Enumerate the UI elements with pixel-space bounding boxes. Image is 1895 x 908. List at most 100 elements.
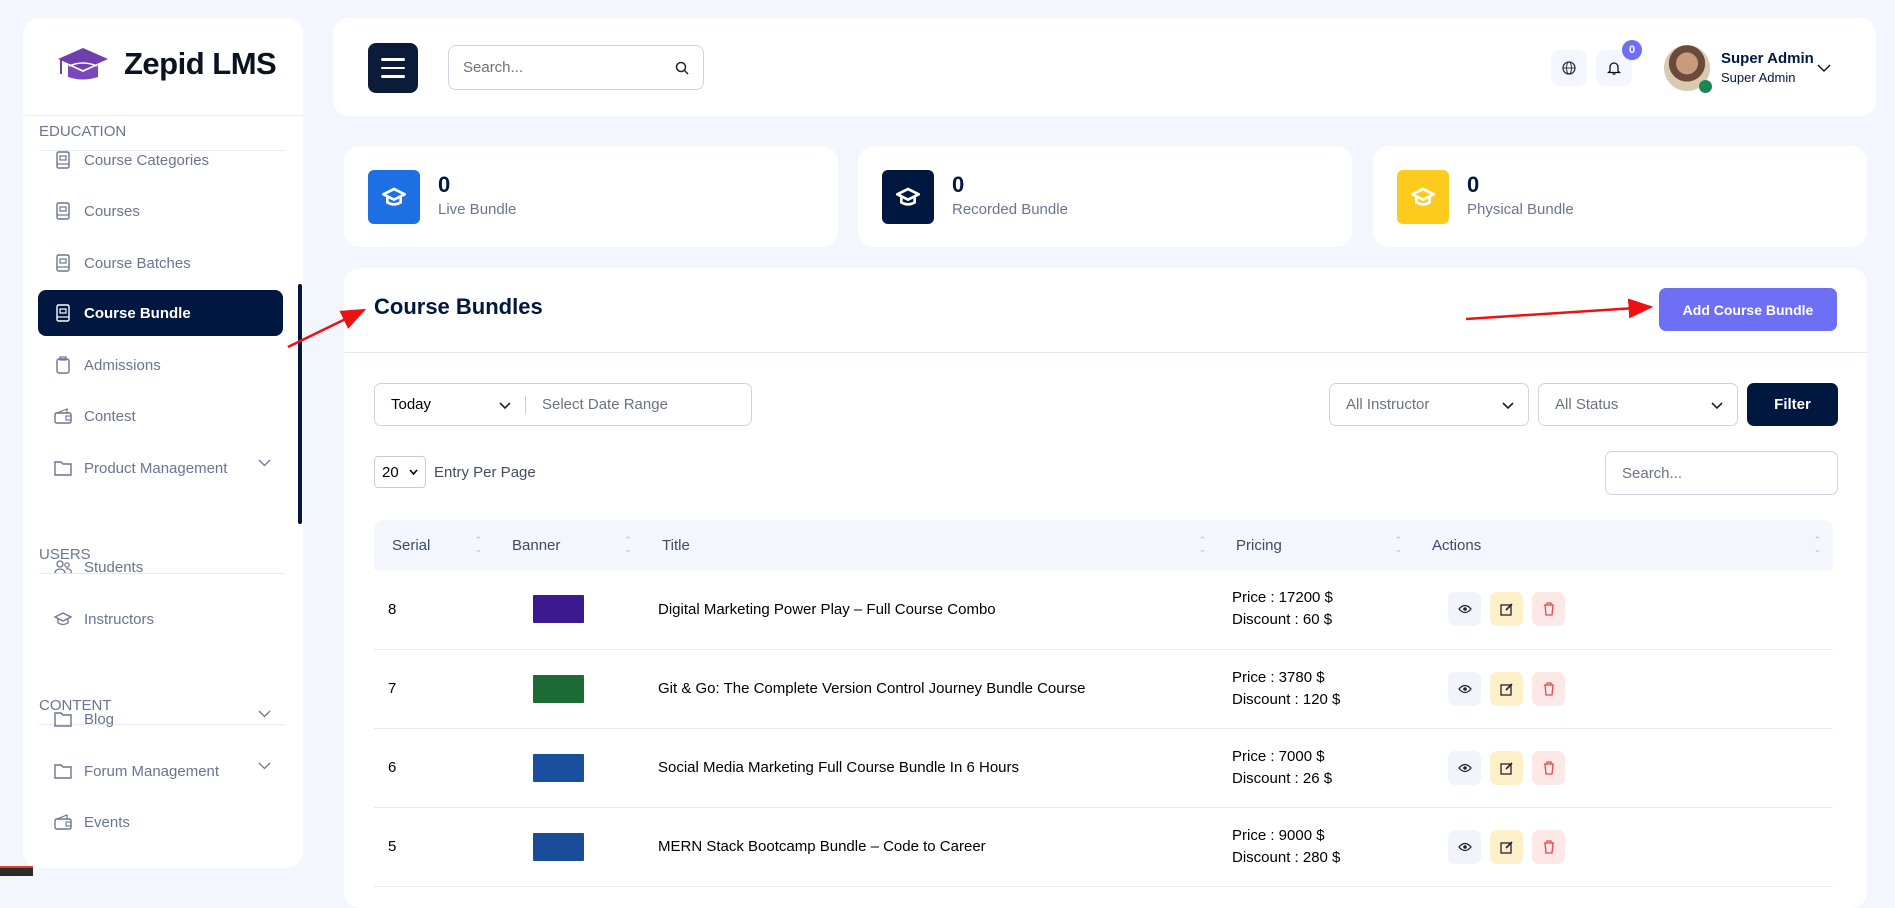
sidebar-item-label: Students <box>84 558 144 576</box>
serial-cell: 5 <box>374 807 494 887</box>
sidebar-item-contest[interactable]: Contest <box>38 393 283 439</box>
per-page-value: 20 <box>382 463 399 481</box>
column-header-serial[interactable]: Serial ⌃ ⌄ <box>374 520 494 570</box>
stat-card-live-bundle: 0 Live Bundle <box>344 146 838 247</box>
logo[interactable]: Zepid LMS <box>56 46 277 82</box>
sidebar-item-students[interactable]: Students <box>38 544 283 590</box>
date-preset-select[interactable]: Today <box>375 384 525 425</box>
sidebar-item-label: Blog <box>84 710 115 728</box>
edit-button[interactable] <box>1490 592 1523 627</box>
graduation-cap-icon <box>1411 187 1435 206</box>
graduation-cap-logo-icon <box>58 48 108 80</box>
pricing-cell: Price : 3780 $ Discount : 120 $ <box>1218 649 1414 729</box>
edit-icon <box>1499 840 1513 854</box>
sort-icon[interactable]: ⌃ ⌄ <box>1394 536 1402 554</box>
table-row: 5 MERN Stack Bootcamp Bundle – Code to Ca… <box>374 807 1833 887</box>
pricing-cell: Price : 7000 $ Discount : 26 $ <box>1218 728 1414 808</box>
delete-button[interactable] <box>1532 750 1565 785</box>
user-avatar[interactable] <box>1664 45 1712 93</box>
sidebar-item-instructors[interactable]: Instructors <box>38 596 283 642</box>
discount: Discount : 120 $ <box>1232 690 1341 708</box>
wallet-icon <box>54 814 72 830</box>
language-button[interactable] <box>1551 50 1587 86</box>
edit-button[interactable] <box>1490 750 1523 785</box>
add-course-bundle-button[interactable]: Add Course Bundle <box>1659 288 1837 331</box>
stat-icon-box <box>882 170 934 224</box>
sidebar-item-label: Course Batches <box>84 254 191 272</box>
bell-icon <box>1607 62 1621 75</box>
delete-button[interactable] <box>1532 592 1565 627</box>
delete-button[interactable] <box>1532 829 1565 864</box>
chevron-down-icon <box>409 469 418 475</box>
view-button[interactable] <box>1448 829 1481 864</box>
view-button[interactable] <box>1448 750 1481 785</box>
notifications-button[interactable]: 0 <box>1596 40 1642 86</box>
search-icon <box>675 61 689 75</box>
eye-icon <box>1457 763 1472 772</box>
stat-value: 0 <box>952 172 965 197</box>
course-bundles-panel: Course Bundles Add Course Bundle Today S… <box>344 268 1867 908</box>
filter-button[interactable]: Filter <box>1747 383 1838 426</box>
column-header-pricing[interactable]: Pricing ⌃ ⌄ <box>1218 520 1414 570</box>
wallet-icon <box>54 408 72 424</box>
view-button[interactable] <box>1448 671 1481 706</box>
delete-button[interactable] <box>1532 671 1565 706</box>
sidebar-item-events[interactable]: Events <box>38 799 283 845</box>
chevron-down-icon <box>1502 402 1514 410</box>
status-select[interactable]: All Status <box>1538 383 1738 426</box>
price: Price : 9000 $ <box>1232 826 1325 844</box>
view-button[interactable] <box>1448 592 1481 627</box>
column-header-banner[interactable]: Banner ⌃ ⌄ <box>494 520 644 570</box>
menu-toggle-button[interactable] <box>368 43 418 93</box>
user-name[interactable]: Super Admin <box>1721 50 1814 67</box>
table-row: 8 Digital Marketing Power Play – Full Cou… <box>374 570 1833 650</box>
sidebar-item-label: Admissions <box>84 356 161 374</box>
users-icon <box>54 560 72 574</box>
sidebar-item-course-batches[interactable]: Course Batches <box>38 240 283 286</box>
eye-icon <box>1457 842 1472 851</box>
folder-icon <box>54 461 72 476</box>
sidebar-item-label: Courses <box>84 202 140 220</box>
actions-cell <box>1414 649 1833 729</box>
discount: Discount : 26 $ <box>1232 769 1333 787</box>
instructor-select[interactable]: All Instructor <box>1329 383 1529 426</box>
user-role: Super Admin <box>1721 70 1796 85</box>
edit-button[interactable] <box>1490 829 1523 864</box>
sidebar-item-course-categories[interactable]: Course Categories <box>38 137 283 183</box>
sidebar-item-blog[interactable]: Blog <box>38 696 283 742</box>
sidebar-item-label: Contest <box>84 407 136 425</box>
edit-icon <box>1499 603 1513 616</box>
entries-per-page-select[interactable]: 20 <box>374 456 426 488</box>
sort-icon[interactable]: ⌃ ⌄ <box>1198 536 1206 554</box>
column-header-actions[interactable]: Actions ⌃ ⌄ <box>1414 520 1833 570</box>
header-search-input[interactable]: Search... <box>448 45 704 90</box>
banner-cell <box>494 807 644 887</box>
table-search-input[interactable]: Search... <box>1605 451 1838 495</box>
date-preset-value: Today <box>391 396 432 413</box>
stat-card-physical-bundle: 0 Physical Bundle <box>1373 146 1867 247</box>
sort-icon[interactable]: ⌃ ⌄ <box>1813 536 1821 554</box>
chevron-down-icon[interactable] <box>1817 64 1831 72</box>
banner-thumbnail[interactable] <box>533 674 584 703</box>
sidebar-item-courses[interactable]: Courses <box>38 188 283 234</box>
banner-thumbnail[interactable] <box>533 595 584 624</box>
column-header-title[interactable]: Title ⌃ ⌄ <box>644 520 1218 570</box>
sort-icon[interactable]: ⌃ ⌄ <box>624 536 632 554</box>
title-cell: MERN Stack Bootcamp Bundle – Code to Car… <box>644 807 1218 887</box>
banner-cell <box>494 649 644 729</box>
book-icon <box>56 202 70 220</box>
sidebar-item-label: Events <box>84 813 130 831</box>
sidebar-item-product-management[interactable]: Product Management <box>38 445 283 491</box>
sort-icon[interactable]: ⌃ ⌄ <box>474 536 482 554</box>
date-range-input[interactable]: Select Date Range <box>526 396 668 413</box>
sidebar-item-forum-management[interactable]: Forum Management <box>38 748 283 794</box>
actions-cell <box>1414 728 1833 808</box>
sidebar-item-course-bundle[interactable]: Course Bundle <box>38 290 283 336</box>
edit-button[interactable] <box>1490 671 1523 706</box>
trash-icon <box>1543 681 1554 696</box>
sidebar-item-admissions[interactable]: Admissions <box>38 342 283 388</box>
banner-thumbnail[interactable] <box>533 753 584 782</box>
banner-thumbnail[interactable] <box>533 832 584 861</box>
discount: Discount : 60 $ <box>1232 611 1333 629</box>
sidebar-scrollbar[interactable] <box>298 284 302 524</box>
